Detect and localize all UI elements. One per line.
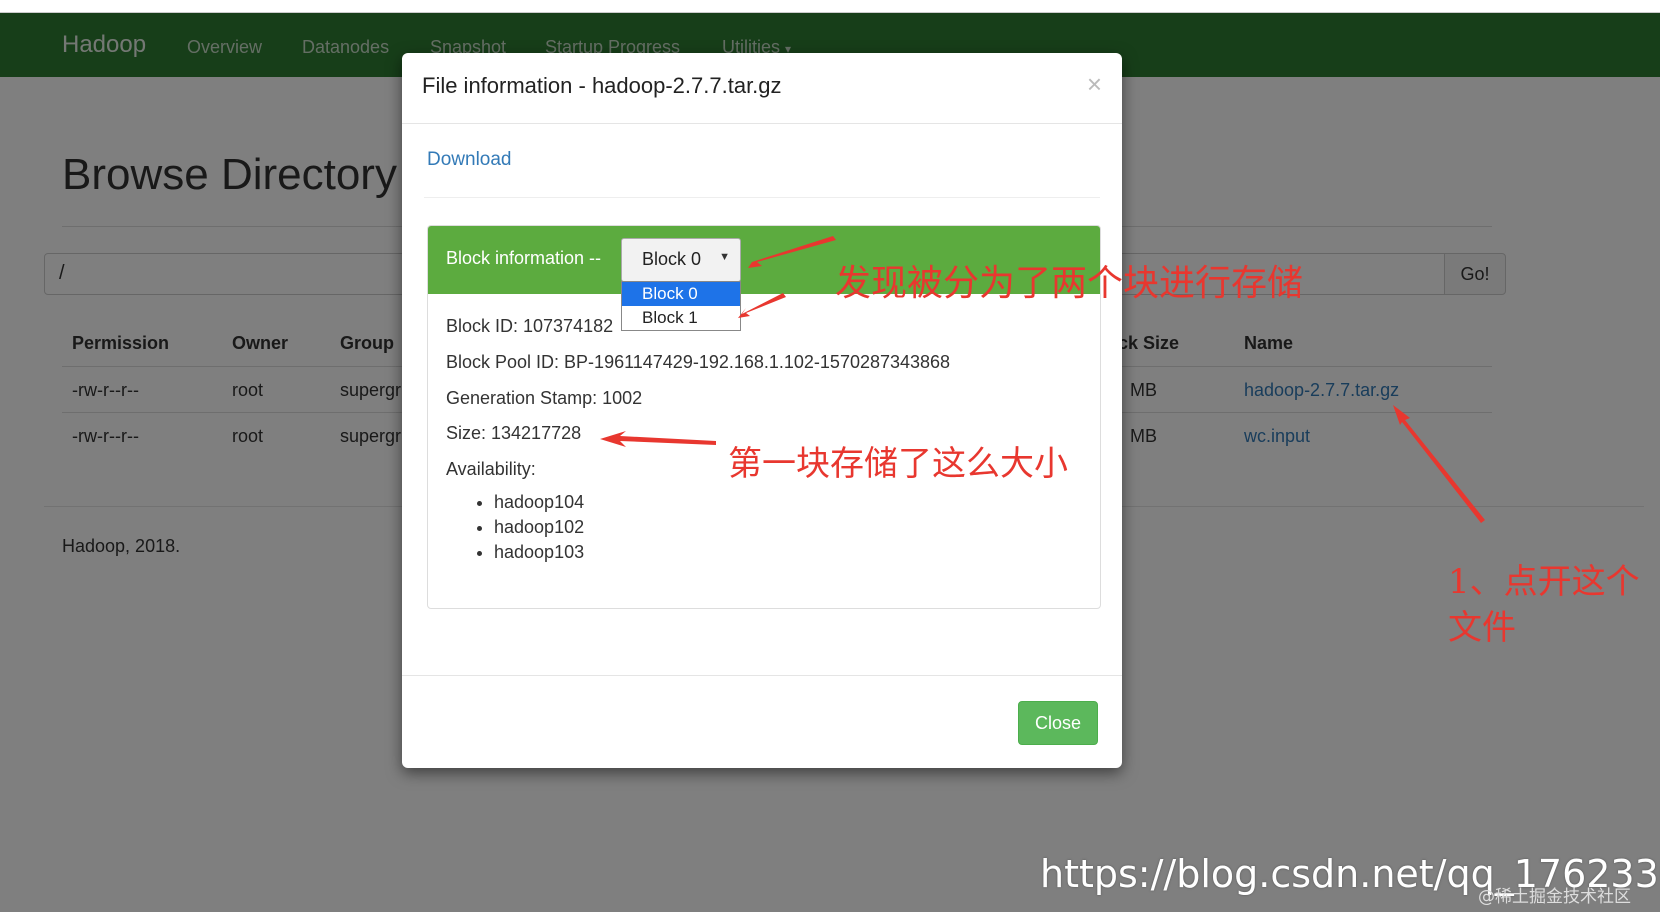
close-icon[interactable]: × [1087,69,1102,100]
annotation-click-2: 文件 [1448,608,1516,648]
block-heading: Block information -- [446,248,602,268]
divider [402,675,1122,676]
block-size: Size: 134217728 [446,423,582,443]
block-id: Block ID: 107374182 [446,316,614,336]
annotation-split: 发现被分为了两个块进行存储 [835,263,1304,304]
list-item: hadoop102 [494,517,584,542]
divider [402,123,1122,124]
availability-list: hadoop104 hadoop102 hadoop103 [478,492,584,567]
list-item: hadoop103 [494,542,584,567]
file-info-modal: File information - hadoop-2.7.7.tar.gz ×… [402,53,1122,768]
top-strip [0,0,1660,13]
block-select[interactable]: Block 0 ▼ [621,238,741,282]
block-select-value: Block 0 [642,249,702,269]
availability-label: Availability: [446,459,536,479]
modal-title: File information - hadoop-2.7.7.tar.gz [422,73,782,98]
annotation-click: 1、点开这个 [1448,562,1640,602]
download-link[interactable]: Download [427,149,512,171]
watermark-sub: @稀土掘金技术社区 [1478,887,1631,907]
generation-stamp: Generation Stamp: 1002 [446,388,643,408]
annotation-size: 第一块存储了这么大小 [728,444,1068,484]
block-pool-id: Block Pool ID: BP-1961147429-192.168.1.1… [446,352,951,372]
block-dropdown: Block 0 Block 1 [621,281,741,331]
block-option-1[interactable]: Block 1 [622,306,740,330]
chevron-down-icon: ▼ [719,251,730,263]
divider [424,197,1100,198]
block-option-0[interactable]: Block 0 [622,282,740,306]
list-item: hadoop104 [494,492,584,517]
close-button[interactable]: Close [1018,701,1098,745]
